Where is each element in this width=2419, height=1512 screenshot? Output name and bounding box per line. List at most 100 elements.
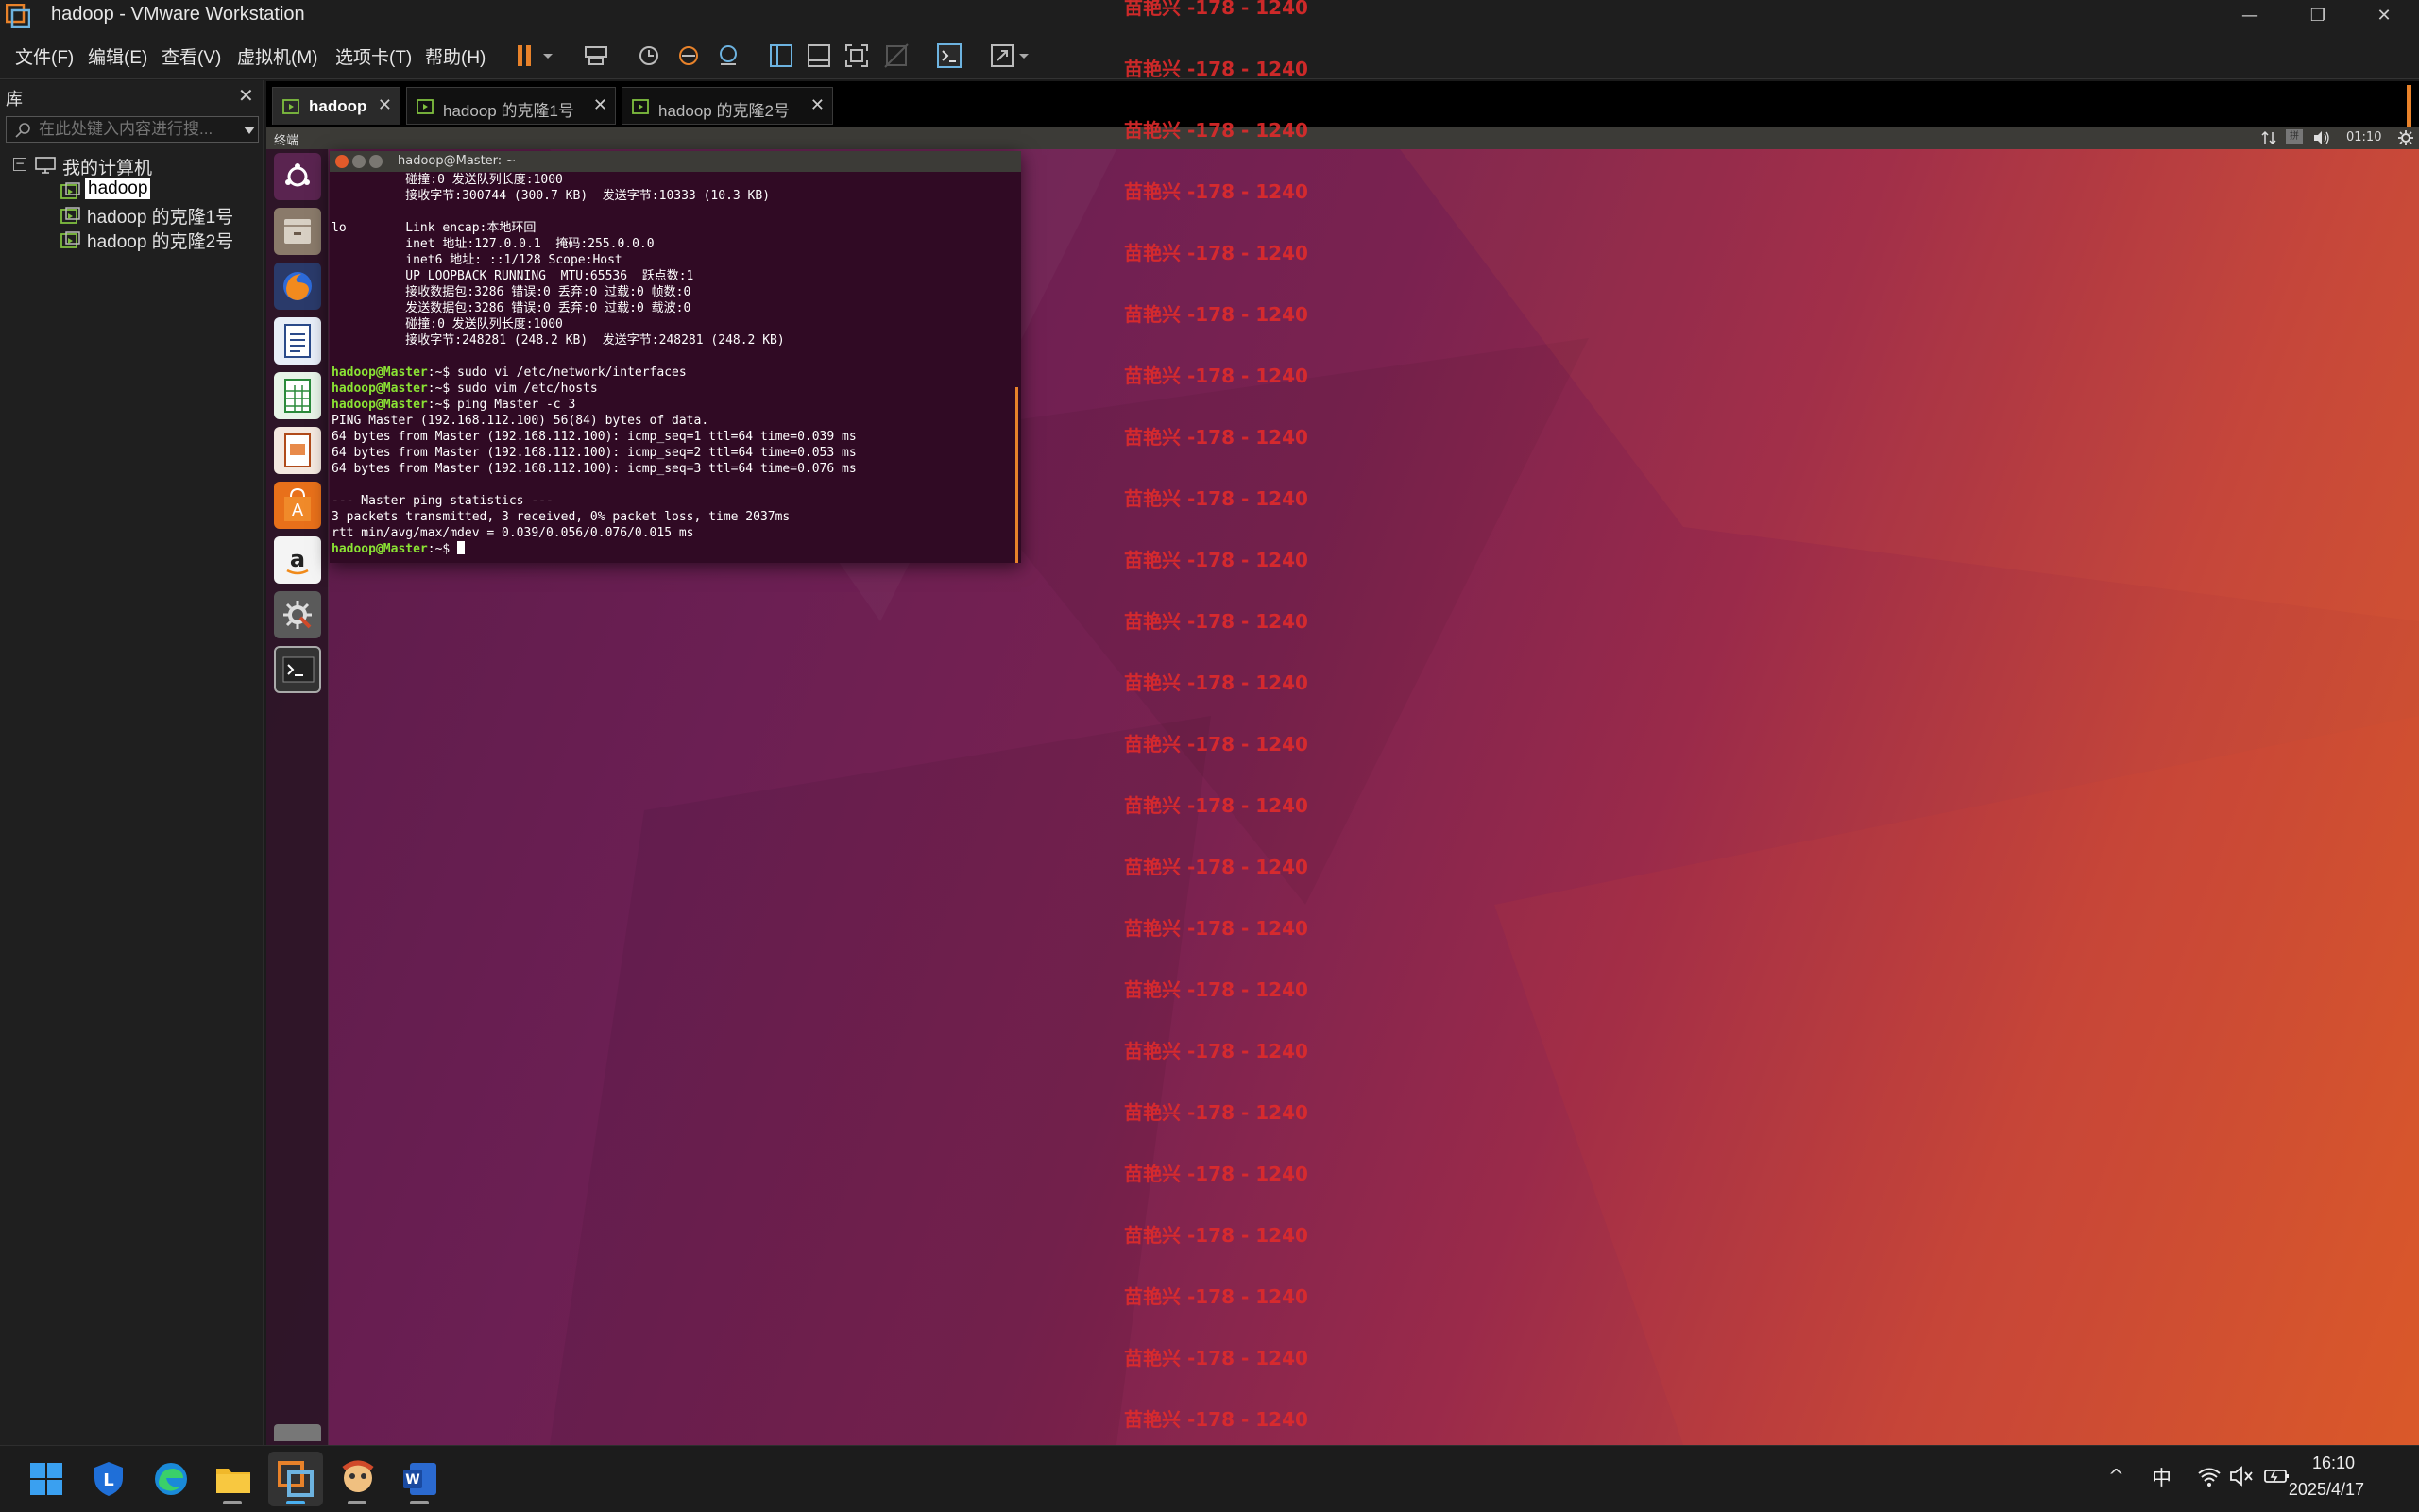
tree-item-hadoop-clone-2[interactable]: hadoop 的克隆2号 — [87, 228, 233, 253]
running-indicator — [410, 1501, 429, 1504]
ubuntu-launcher: A a — [266, 149, 329, 1445]
snapshot-icon[interactable] — [635, 42, 663, 70]
menu-tabs[interactable]: 选项卡(T) — [335, 43, 412, 69]
terminal-title-bar[interactable]: hadoop@Master: ~ — [330, 151, 1021, 172]
file-explorer-icon[interactable] — [213, 1459, 253, 1499]
library-search-box[interactable] — [6, 116, 259, 143]
revert-snapshot-icon[interactable] — [674, 42, 703, 70]
settings-launcher-button[interactable] — [274, 591, 321, 638]
full-screen-icon[interactable] — [843, 42, 871, 70]
chevron-down-icon[interactable] — [540, 42, 555, 70]
console-view-icon[interactable] — [935, 42, 963, 70]
library-title: 库 — [6, 90, 23, 110]
volume-icon[interactable] — [2312, 130, 2331, 145]
watermark-text: 苗艳兴 -178 - 1240 — [1124, 1347, 1308, 1369]
shopping-bag-icon: A — [284, 487, 311, 521]
menu-file[interactable]: 文件(F) — [15, 43, 74, 69]
close-icon[interactable]: ✕ — [378, 95, 392, 115]
terminal-line-text: 碰撞:0 发送队列长度:1000 — [332, 317, 563, 331]
library-close-button[interactable]: ✕ — [238, 84, 254, 107]
gear-icon[interactable] — [2397, 129, 2414, 146]
terminal-line: 碰撞:0 发送队列长度:1000 — [332, 172, 1015, 188]
terminal-line: 发送数据包:3286 错误:0 丢弃:0 过载:0 载波:0 — [332, 300, 1015, 316]
ubuntu-top-panel: 终端 拼 01:10 — [266, 127, 2419, 149]
keyboard-indicator-icon[interactable]: 拼 — [2286, 129, 2303, 144]
tree-item-hadoop[interactable]: hadoop — [85, 178, 151, 199]
terminal-cursor — [457, 541, 466, 554]
send-keys-icon[interactable] — [582, 42, 610, 70]
tree-collapse-toggle[interactable]: − — [13, 158, 26, 171]
vm-icon — [632, 99, 649, 114]
library-search-input[interactable] — [39, 119, 228, 140]
tree-item-hadoop-clone-1[interactable]: hadoop 的克隆1号 — [87, 203, 233, 229]
watermark-text: 苗艳兴 -178 - 1240 — [1124, 733, 1308, 756]
terminal-line: hadoop@Master:~$ sudo vim /etc/hosts — [332, 381, 1015, 397]
chevron-down-icon[interactable] — [1016, 42, 1031, 70]
network-icon[interactable] — [2261, 130, 2276, 145]
ubuntu-clock[interactable]: 01:10 — [2346, 130, 2381, 144]
watermark-text: 苗艳兴 -178 - 1240 — [1124, 487, 1308, 510]
tree-item-my-computer[interactable]: 我的计算机 — [62, 154, 152, 179]
ime-indicator[interactable]: 中 — [2152, 1463, 2172, 1491]
tab-label: hadoop 的克隆1号 — [443, 102, 574, 120]
terminal-line-text: :~$ sudo vi /etc/network/interfaces — [427, 365, 687, 380]
tab-hadoop-clone-1[interactable]: hadoop 的克隆1号 ✕ — [406, 87, 616, 125]
windows-start-icon[interactable] — [26, 1459, 66, 1499]
windows-taskbar: L W ^ 中 16:10 2025/4/17 — [0, 1445, 2419, 1512]
system-settings-icon — [283, 601, 312, 629]
snapshot-manager-icon[interactable] — [714, 42, 742, 70]
security-shield-icon[interactable]: L — [89, 1459, 128, 1499]
vmware-app-icon — [6, 4, 30, 28]
amazon-icon: a — [286, 546, 309, 575]
show-library-icon[interactable] — [767, 42, 795, 70]
edge-browser-icon[interactable] — [151, 1459, 191, 1499]
terminal-line: 3 packets transmitted, 3 received, 0% pa… — [332, 509, 1015, 525]
taskbar-clock-date[interactable]: 2025/4/17 — [2289, 1480, 2364, 1500]
taskbar-clock-time[interactable]: 16:10 — [2312, 1453, 2355, 1473]
close-icon[interactable]: ✕ — [593, 95, 607, 115]
chevron-down-icon[interactable] — [243, 125, 256, 136]
writer-launcher-button[interactable] — [274, 317, 321, 365]
terminal-line: 接收数据包:3286 错误:0 丢弃:0 过载:0 帧数:0 — [332, 284, 1015, 300]
tab-hadoop[interactable]: hadoop ✕ — [272, 87, 400, 125]
watermark-text: 苗艳兴 -178 - 1240 — [1124, 119, 1308, 142]
close-icon[interactable]: ✕ — [810, 95, 825, 115]
impress-launcher-button[interactable] — [274, 427, 321, 474]
terminal-close-button[interactable] — [335, 155, 349, 168]
game-app-icon[interactable] — [338, 1459, 378, 1499]
terminal-window[interactable]: hadoop@Master: ~ 碰撞:0 发送队列长度:1000 接收字节:3… — [330, 151, 1021, 563]
menu-help[interactable]: 帮助(H) — [425, 43, 486, 69]
restore-button[interactable]: ❐ — [2290, 2, 2346, 30]
watermark-text: 苗艳兴 -178 - 1240 — [1124, 180, 1308, 203]
pause-icon[interactable] — [512, 42, 540, 70]
vmware-taskbar-button[interactable] — [268, 1452, 323, 1506]
dash-home-button[interactable] — [274, 153, 321, 200]
battery-icon[interactable] — [2263, 1465, 2290, 1487]
terminal-maximize-button[interactable] — [369, 155, 383, 168]
close-button[interactable]: ✕ — [2356, 2, 2412, 30]
menu-vm[interactable]: 虚拟机(M) — [237, 43, 317, 69]
software-center-launcher-button[interactable]: A — [274, 482, 321, 529]
terminal-minimize-button[interactable] — [352, 155, 366, 168]
terminal-scrollbar[interactable] — [1015, 387, 1018, 563]
calc-launcher-button[interactable] — [274, 372, 321, 419]
wifi-icon[interactable] — [2197, 1465, 2222, 1487]
speaker-muted-icon[interactable] — [2229, 1465, 2254, 1487]
thumbnail-bar-icon[interactable] — [805, 42, 833, 70]
minimize-button[interactable]: — — [2222, 2, 2278, 30]
watermark-text: 苗艳兴 -178 - 1240 — [1124, 0, 1308, 19]
trash-launcher-button[interactable] — [274, 1424, 321, 1441]
watermark-text: 苗艳兴 -178 - 1240 — [1124, 1040, 1308, 1062]
menu-view[interactable]: 查看(V) — [162, 43, 221, 69]
amazon-launcher-button[interactable]: a — [274, 536, 321, 584]
terminal-launcher-button[interactable] — [274, 646, 321, 693]
word-icon[interactable]: W — [400, 1459, 440, 1499]
menu-edit[interactable]: 编辑(E) — [88, 43, 147, 69]
files-launcher-button[interactable] — [274, 208, 321, 255]
terminal-output[interactable]: 碰撞:0 发送队列长度:1000 接收字节:300744 (300.7 KB) … — [330, 172, 1015, 563]
tab-hadoop-clone-2[interactable]: hadoop 的克隆2号 ✕ — [622, 87, 833, 125]
tray-chevron-up-icon[interactable]: ^ — [2108, 1465, 2124, 1487]
stretch-guest-icon[interactable] — [988, 42, 1016, 70]
firefox-launcher-button[interactable] — [274, 263, 321, 310]
terminal-line-text: inet6 地址: ::1/128 Scope:Host — [332, 253, 622, 267]
